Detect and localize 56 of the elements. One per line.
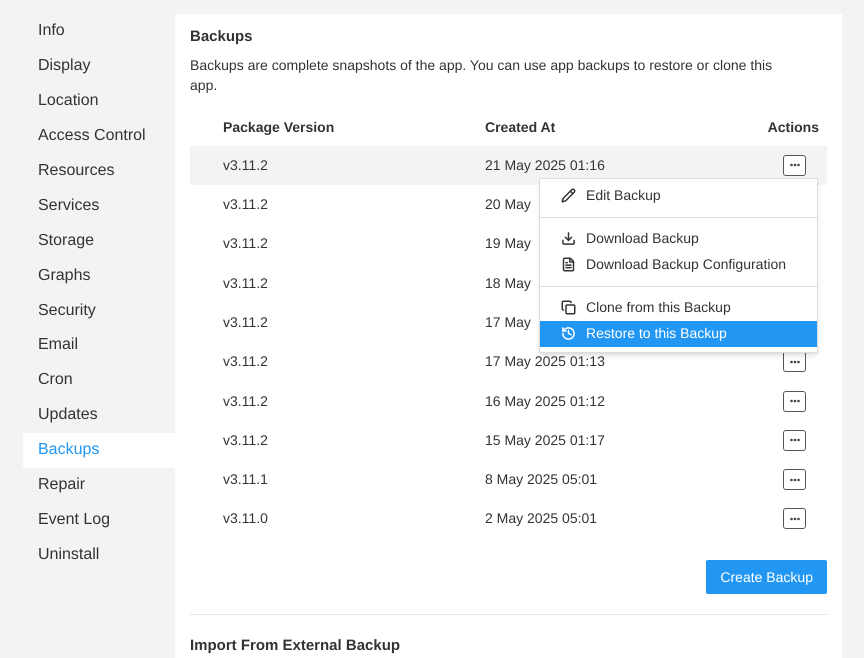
sidebar-item[interactable]: Access Control xyxy=(23,118,175,154)
section-title: Import From External Backup xyxy=(190,636,402,656)
table-cell-text: v3.11.2 xyxy=(223,430,269,450)
sidebar-item[interactable]: Resources xyxy=(23,154,175,188)
more-button[interactable] xyxy=(783,508,806,530)
sidebar-item[interactable]: Storage xyxy=(23,223,175,258)
table-cell-text: 19 May xyxy=(485,234,531,254)
sidebar-item[interactable]: Security xyxy=(23,293,175,328)
sidebar-item[interactable]: Event Log xyxy=(23,502,175,538)
table-cell-text: 2 May 2025 05:01 xyxy=(485,509,598,528)
table-cell-text: 21 May 2025 01:16 xyxy=(485,156,605,175)
menu-item[interactable]: Download Backup xyxy=(540,226,817,252)
copy-icon xyxy=(561,300,576,316)
sidebar-item[interactable]: Graphs xyxy=(23,258,175,294)
more-button[interactable] xyxy=(783,351,806,372)
table-cell-text: v3.11.0 xyxy=(223,509,269,528)
sidebar-item[interactable]: Services xyxy=(23,188,175,224)
column-header: Created At xyxy=(485,118,556,137)
table-cell-text: v3.11.2 xyxy=(223,392,269,411)
more-button[interactable] xyxy=(783,469,806,490)
column-header: Actions xyxy=(768,118,819,137)
table-cell-text: v3.11.2 xyxy=(223,234,269,254)
column-header: Package Version xyxy=(223,118,336,137)
more-button[interactable] xyxy=(783,390,806,412)
table-cell-text: 8 May 2025 05:01 xyxy=(485,470,598,490)
section-description: Backups are complete snapshots of the app. You can use app backups to restore or clone this app. xyxy=(190,56,774,94)
sidebar-item[interactable]: Display xyxy=(23,48,175,84)
table-cell-text: v3.11.2 xyxy=(223,313,269,332)
table-cell-text: 15 May 2025 01:17 xyxy=(485,430,605,450)
table-cell-text: v3.11.1 xyxy=(223,470,269,490)
sidebar-item[interactable]: Location xyxy=(23,84,175,119)
table-cell-text: v3.11.2 xyxy=(223,195,269,214)
menu-item[interactable]: Clone from this Backup xyxy=(540,294,817,321)
file-icon xyxy=(561,257,576,272)
table-cell-text: 20 May xyxy=(485,195,531,214)
table-cell-text: v3.11.2 xyxy=(223,156,269,175)
table-cell-text: 18 May xyxy=(485,274,531,293)
more-button[interactable] xyxy=(783,430,806,451)
pencil-icon xyxy=(561,188,576,204)
table-cell-text: 16 May 2025 01:12 xyxy=(485,392,605,411)
menu-item[interactable]: Edit Backup xyxy=(540,182,817,209)
sidebar-item[interactable]: Updates xyxy=(23,398,175,433)
menu-item[interactable]: Download Backup Configuration xyxy=(540,252,817,278)
sidebar-item[interactable]: Uninstall xyxy=(23,537,175,572)
history-icon xyxy=(561,326,576,342)
sidebar-item[interactable]: Email xyxy=(23,328,175,363)
sidebar-item[interactable]: Cron xyxy=(23,362,175,398)
table-cell-text: 17 May xyxy=(485,313,531,332)
table-cell-text: v3.11.2 xyxy=(223,274,269,293)
section-title: Backups xyxy=(190,27,254,47)
sidebar-item[interactable]: Repair xyxy=(23,468,175,502)
table-cell-text: 17 May 2025 01:13 xyxy=(485,352,605,372)
table-cell-text: v3.11.2 xyxy=(223,352,269,372)
download-icon xyxy=(561,231,576,246)
more-button[interactable] xyxy=(783,154,806,176)
sidebar-item[interactable]: Info xyxy=(23,14,175,49)
